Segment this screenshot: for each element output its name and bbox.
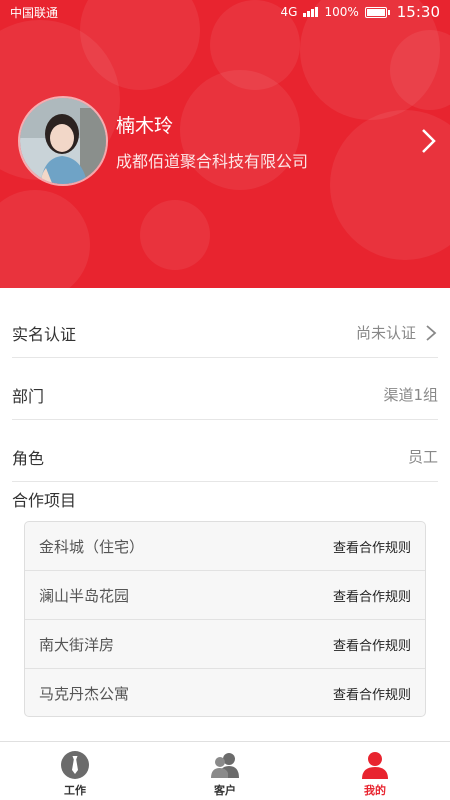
network-label: 4G bbox=[280, 5, 298, 19]
list-item: 金科城（住宅） 查看合作规则 bbox=[25, 522, 425, 571]
role-value: 员工 bbox=[407, 448, 438, 466]
company-name: 成都佰道聚合科技有限公司 bbox=[116, 151, 309, 171]
projects-list: 金科城（住宅） 查看合作规则 澜山半岛花园 查看合作规则 南大街洋房 查看合作规… bbox=[24, 521, 426, 717]
user-name: 楠木玲 bbox=[116, 114, 174, 137]
clock: 15:30 bbox=[396, 3, 440, 21]
tab-label: 客户 bbox=[214, 784, 236, 797]
project-name: 南大街洋房 bbox=[39, 635, 115, 654]
row-label: 部门 bbox=[12, 386, 45, 406]
signal-icon bbox=[303, 7, 319, 17]
row-label: 角色 bbox=[12, 448, 45, 468]
profile-card[interactable]: 楠木玲 成都佰道聚合科技有限公司 bbox=[18, 96, 438, 186]
project-name: 马克丹杰公寓 bbox=[39, 685, 130, 703]
battery-percent: 100% bbox=[324, 5, 359, 19]
carrier-label: 中国联通 bbox=[10, 5, 59, 20]
tab-work[interactable]: 工作 bbox=[0, 742, 150, 800]
chevron-right-icon[interactable] bbox=[418, 126, 438, 156]
tab-label: 工作 bbox=[64, 784, 86, 797]
view-rules-link[interactable]: 查看合作规则 bbox=[333, 635, 411, 654]
view-rules-link[interactable]: 查看合作规则 bbox=[333, 586, 411, 605]
row-verification[interactable]: 实名认证 尚未认证 bbox=[12, 308, 438, 358]
row-label: 实名认证 bbox=[12, 324, 77, 344]
tab-bar: 工作 客户 我的 bbox=[0, 741, 450, 800]
verification-status: 尚未认证 bbox=[355, 324, 416, 342]
projects-title: 合作项目 bbox=[12, 491, 77, 510]
avatar[interactable] bbox=[18, 96, 108, 186]
project-name: 金科城（住宅） bbox=[39, 537, 145, 556]
status-bar: 中国联通 4G 100% 15:30 bbox=[0, 0, 450, 24]
customers-icon bbox=[211, 753, 239, 778]
row-department: 部门 渠道1组 bbox=[12, 370, 438, 420]
profile-header: 中国联通 4G 100% 15:30 楠木玲 成都佰道聚合科技有限公司 bbox=[0, 0, 450, 288]
chevron-right-icon bbox=[426, 324, 437, 341]
row-role: 角色 员工 bbox=[12, 432, 438, 482]
list-item: 马克丹杰公寓 查看合作规则 bbox=[25, 669, 425, 716]
project-name: 澜山半岛花园 bbox=[39, 586, 130, 605]
view-rules-link[interactable]: 查看合作规则 bbox=[333, 684, 411, 703]
battery-icon bbox=[364, 6, 390, 18]
tab-mine[interactable]: 我的 bbox=[300, 742, 450, 800]
tab-label: 我的 bbox=[364, 784, 386, 797]
department-value: 渠道1组 bbox=[383, 386, 438, 404]
list-item: 澜山半岛花园 查看合作规则 bbox=[25, 571, 425, 620]
tie-icon bbox=[61, 751, 89, 779]
view-rules-link[interactable]: 查看合作规则 bbox=[333, 537, 411, 556]
list-item: 南大街洋房 查看合作规则 bbox=[25, 620, 425, 669]
tab-customers[interactable]: 客户 bbox=[150, 742, 300, 800]
profile-icon bbox=[362, 752, 388, 779]
